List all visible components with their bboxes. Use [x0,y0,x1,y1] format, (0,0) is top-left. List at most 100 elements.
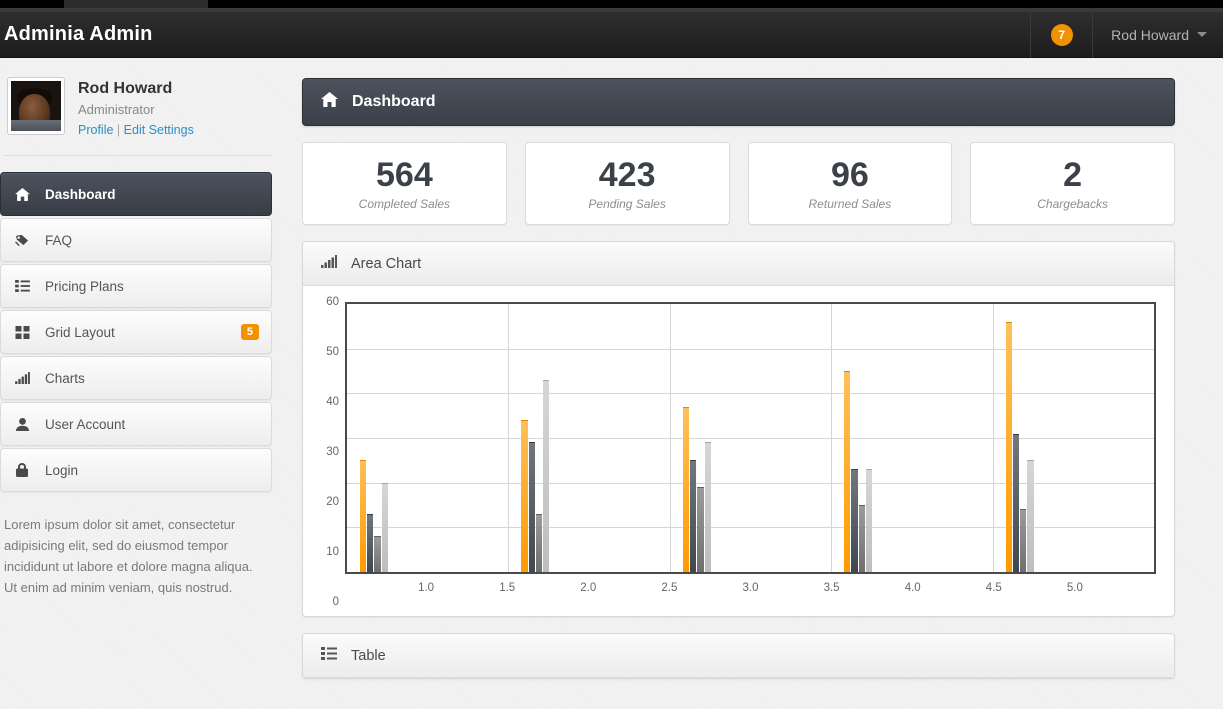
sidebar-item-grid-layout[interactable]: Grid Layout 5 [0,310,272,354]
bar[interactable] [359,460,367,572]
bar[interactable] [682,406,689,572]
stat-value: 96 [830,155,869,194]
profile-role: Administrator [78,102,155,117]
bar-chart[interactable]: 0 10 20 30 40 50 60 1.0 1.5 2.0 2.5 3.0 3.5 4.0 4.5 5.… [315,296,1156,608]
stat-value: 564 [376,155,433,194]
sidebar: Rod Howard Administrator Profile | Edit … [0,58,288,709]
notifications-button[interactable]: 7 [1030,11,1092,58]
x-axis-tick: 1.0 [418,582,435,594]
user-icon [13,417,31,431]
y-axis-tick: 10 [326,546,339,558]
bar[interactable] [689,460,697,572]
top-navbar: Adminia Admin 7 Rod Howard [0,11,1223,58]
lock-icon [13,463,31,477]
bar[interactable] [521,420,528,572]
main-content: Dashboard 564 Completed Sales 423 Pending S… [288,58,1223,709]
avatar[interactable] [8,78,64,134]
profile-link[interactable]: Profile [78,123,113,137]
browser-tab[interactable] [64,0,208,8]
bar[interactable] [1012,433,1020,572]
sidebar-item-user-account[interactable]: User Account [0,402,272,446]
bar[interactable] [374,536,381,572]
sidebar-item-label: FAQ [45,232,73,248]
y-axis-tick: 0 [332,596,339,608]
profile-info: Rod Howard Administrator Profile | Edit … [78,78,194,137]
edit-settings-link[interactable]: Edit Settings [124,123,194,137]
sidebar-item-label: Dashboard [45,186,116,202]
bar[interactable] [844,371,851,572]
bar[interactable] [1005,321,1012,572]
bar[interactable] [543,379,550,572]
chart-icon [321,255,337,272]
sidebar-item-pricing-plans[interactable]: Pricing Plans [0,264,272,308]
stat-card[interactable]: 423 Pending Sales [524,142,730,225]
y-axis: 0 10 20 30 40 50 60 [315,296,345,608]
sidebar-item-label: Charts [45,370,85,386]
bar[interactable] [528,442,535,572]
user-menu-label: Rod Howard [1111,26,1189,43]
stat-label: Chargebacks [1037,196,1108,211]
stat-label: Pending Sales [588,196,666,211]
topbar-right-group: 7 Rod Howard [1030,11,1223,58]
plot-wrapper: 1.0 1.5 2.0 2.5 3.0 3.5 4.0 4.5 5.0 [345,302,1156,602]
y-axis-tick: 30 [326,446,339,458]
grid-icon [13,325,31,339]
browser-tab-strip [0,0,1223,8]
stat-value: 423 [598,155,656,194]
x-axis: 1.0 1.5 2.0 2.5 3.0 3.5 4.0 4.5 5.0 [345,574,1156,602]
stat-card[interactable]: 564 Completed Sales [302,142,507,225]
avatar-image-shirt [11,120,61,131]
plot-area [345,302,1156,574]
sidebar-item-label: Pricing Plans [45,278,124,294]
y-axis-tick: 20 [326,496,339,508]
table-panel-title: Table [351,647,386,664]
tag-icon [13,234,31,247]
sidebar-note-text: Lorem ipsum dolor sit amet, consectetur … [4,517,253,595]
table-panel-header: Table [303,634,1174,678]
bar[interactable] [1020,509,1027,572]
sidebar-nav: Dashboard FAQ Pricing Plans Grid Layout 5 Cha… [0,172,272,492]
y-axis-tick: 60 [326,296,339,308]
stat-label: Returned Sales [808,196,892,211]
bar[interactable] [697,487,704,572]
bar[interactable] [704,442,711,572]
app-brand-title[interactable]: Adminia Admin [0,23,153,46]
chart-panel-title: Area Chart [351,255,422,272]
chart-body: 0 10 20 30 40 50 60 1.0 1.5 2.0 2.5 3.0 3.5 4.0 4.5 5.… [303,286,1174,616]
x-axis-tick: 1.5 [499,582,516,594]
bar[interactable] [851,469,858,572]
bar[interactable] [865,469,873,572]
bar-group [521,304,682,572]
y-axis-tick: 50 [326,346,339,358]
bar[interactable] [381,482,389,572]
stat-value: 2 [1063,155,1083,194]
sidebar-item-charts[interactable]: Charts [0,356,272,400]
x-axis-tick: 3.5 [823,582,840,594]
sidebar-item-label: User Account [45,416,126,432]
bar[interactable] [1027,460,1034,572]
stat-label: Completed Sales [358,196,451,211]
x-axis-tick: 5.0 [1066,582,1083,594]
bar-group [1005,304,1155,572]
user-menu[interactable]: Rod Howard [1092,11,1223,58]
chart-panel-header: Area Chart [303,242,1174,286]
bar[interactable] [367,513,374,572]
sidebar-item-login[interactable]: Login [0,448,272,492]
sidebar-divider [4,155,272,156]
stat-card[interactable]: 2 Chargebacks [970,142,1175,225]
stat-cards: 564 Completed Sales 423 Pending Sales 96 Retu… [302,142,1175,225]
bar[interactable] [858,505,865,572]
x-axis-tick: 3.0 [742,582,759,594]
bar-group [359,304,521,572]
sidebar-item-faq[interactable]: FAQ [0,218,272,262]
x-axis-tick: 2.0 [580,582,597,594]
page-title-bar: Dashboard [302,78,1175,126]
x-axis-tick: 4.5 [985,582,1002,594]
x-axis-tick: 4.0 [904,582,921,594]
sidebar-item-dashboard[interactable]: Dashboard [0,172,272,216]
sidebar-item-label: Login [45,462,79,478]
profile-card: Rod Howard Administrator Profile | Edit … [0,78,272,137]
y-axis-tick: 40 [326,396,339,408]
bar[interactable] [535,513,543,572]
stat-card[interactable]: 96 Returned Sales [747,142,953,225]
